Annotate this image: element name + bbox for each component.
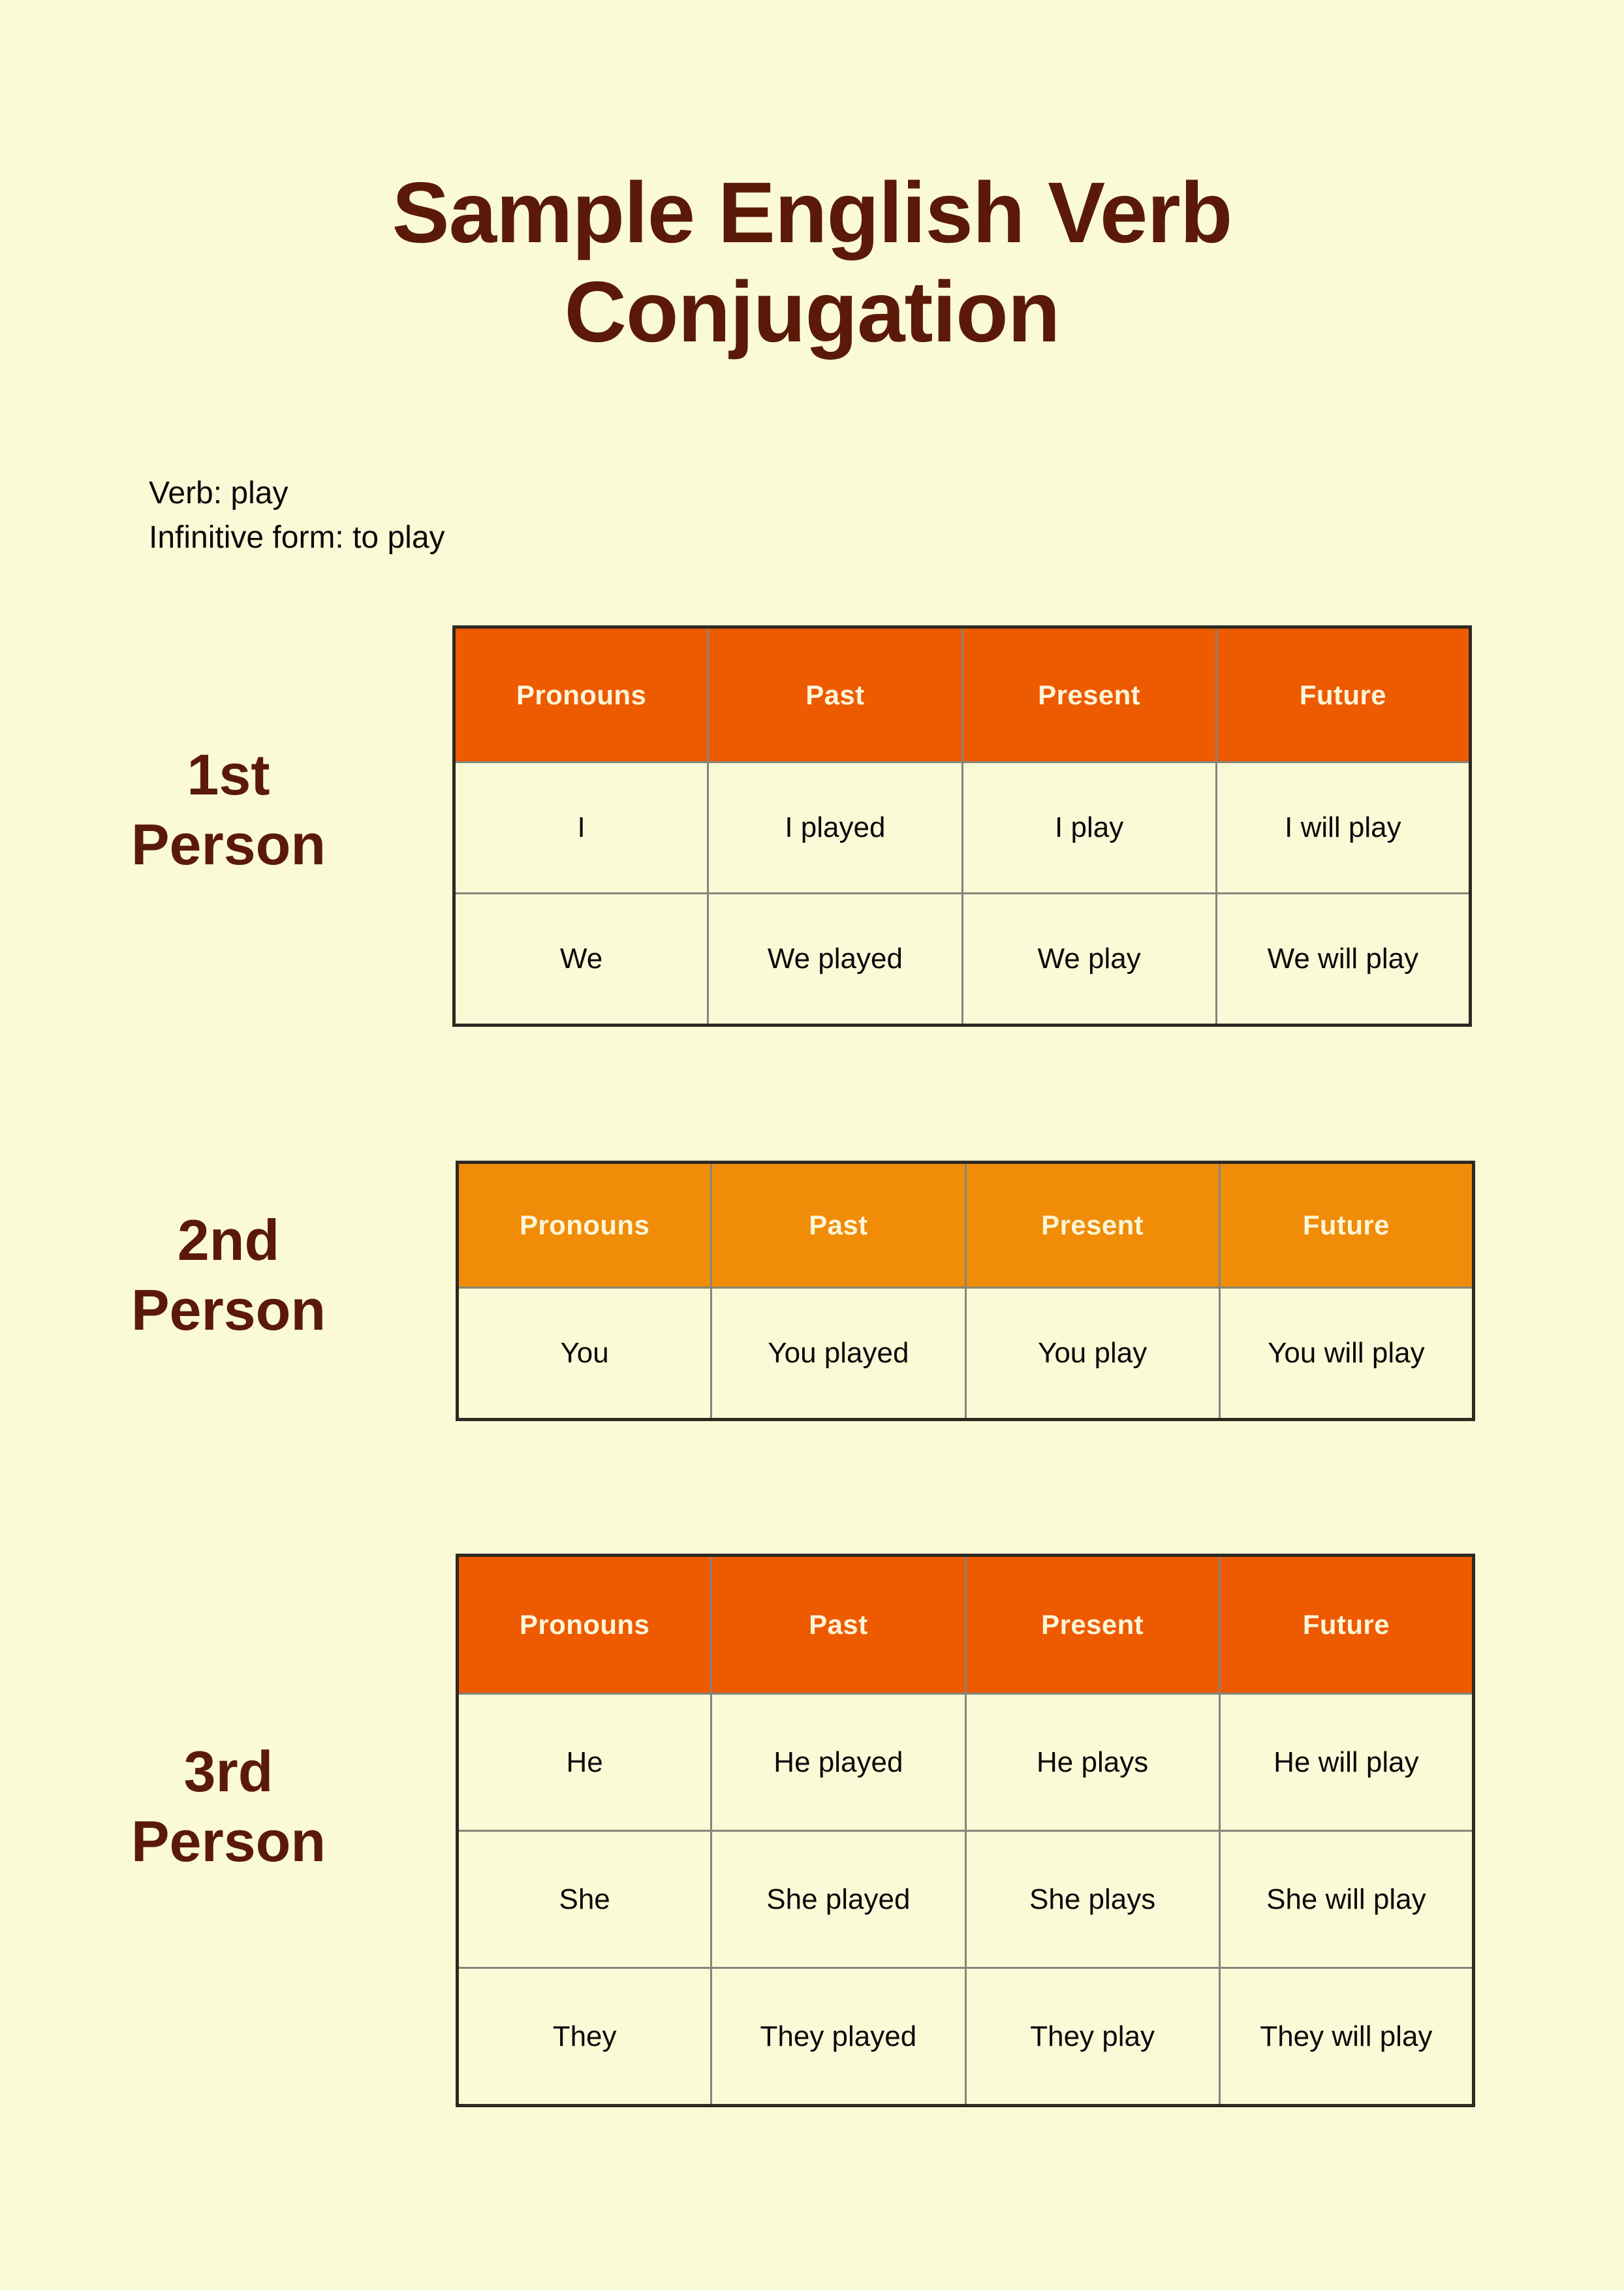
cell-pronoun: She [456,1830,713,1969]
cell-past: I played [707,761,963,894]
person-label-third: 3rd Person [52,1736,405,1877]
cell-present: We play [961,892,1217,1026]
cell-past: She played [710,1830,967,1969]
person-label-second: 2nd Person [52,1205,405,1345]
column-header-future: Future [1215,626,1472,763]
cell-future: She will play [1218,1830,1475,1969]
page-title-line-1: Sample English Verb [392,165,1233,260]
person-label-second-line-1: 2nd [177,1208,280,1272]
cell-future: He will play [1218,1693,1475,1832]
table-header-row: Pronouns Past Present Future [456,1554,1475,1695]
conjugation-table-first-person: Pronouns Past Present Future I I played … [452,625,1472,1027]
column-header-future: Future [1218,1161,1475,1289]
person-label-second-line-2: Person [131,1278,326,1343]
conjugation-section-first-person: 1st Person Pronouns Past Present Future … [0,625,1624,1027]
column-header-future: Future [1218,1554,1475,1695]
cell-future: I will play [1215,761,1472,894]
table-row: He He played He plays He will play [456,1693,1475,1832]
column-header-present: Present [961,626,1217,763]
cell-future: We will play [1215,892,1472,1026]
conjugation-section-second-person: 2nd Person Pronouns Past Present Future … [0,1161,1624,1421]
cell-future: They will play [1218,1967,1475,2107]
table-row: She She played She plays She will play [456,1830,1475,1969]
cell-past: You played [710,1287,967,1420]
cell-present: I play [961,761,1217,894]
column-header-pronouns: Pronouns [456,1554,713,1695]
person-label-first-line-2: Person [131,812,326,877]
table-row: We We played We play We will play [452,892,1472,1026]
cell-pronoun: We [452,892,710,1026]
column-header-pronouns: Pronouns [452,626,710,763]
person-label-first-line-1: 1st [187,742,270,807]
person-label-third-line-1: 3rd [183,1739,273,1804]
table-row: You You played You play You will play [456,1287,1475,1420]
page-title: Sample English Verb Conjugation [0,163,1624,362]
column-header-present: Present [964,1554,1221,1695]
verb-line: Verb: play [149,476,289,510]
cell-future: You will play [1218,1287,1475,1420]
worksheet-page: Sample English Verb Conjugation Verb: pl… [0,0,1624,2290]
page-title-line-2: Conjugation [564,263,1061,360]
cell-pronoun: They [456,1967,713,2107]
column-header-present: Present [964,1161,1221,1289]
conjugation-table-second-person: Pronouns Past Present Future You You pla… [456,1161,1475,1421]
table-header-row: Pronouns Past Present Future [452,626,1472,763]
table-header-row: Pronouns Past Present Future [456,1161,1475,1289]
table-row: They They played They play They will pla… [456,1967,1475,2107]
cell-present: They play [964,1967,1221,2107]
verb-info: Verb: play Infinitive form: to play [149,471,445,560]
cell-present: He plays [964,1693,1221,1832]
table-row: I I played I play I will play [452,761,1472,894]
column-header-past: Past [707,626,963,763]
cell-past: They played [710,1967,967,2107]
column-header-past: Past [710,1161,967,1289]
conjugation-table-third-person: Pronouns Past Present Future He He playe… [456,1554,1475,2107]
cell-pronoun: I [452,761,710,894]
column-header-past: Past [710,1554,967,1695]
cell-past: We played [707,892,963,1026]
cell-present: You play [964,1287,1221,1420]
person-label-first: 1st Person [52,740,405,880]
infinitive-form-line: Infinitive form: to play [149,520,445,556]
cell-pronoun: You [456,1287,713,1420]
cell-pronoun: He [456,1693,713,1832]
column-header-pronouns: Pronouns [456,1161,713,1289]
person-label-third-line-2: Person [131,1809,326,1874]
cell-past: He played [710,1693,967,1832]
cell-present: She plays [964,1830,1221,1969]
conjugation-section-third-person: 3rd Person Pronouns Past Present Future … [0,1554,1624,2107]
